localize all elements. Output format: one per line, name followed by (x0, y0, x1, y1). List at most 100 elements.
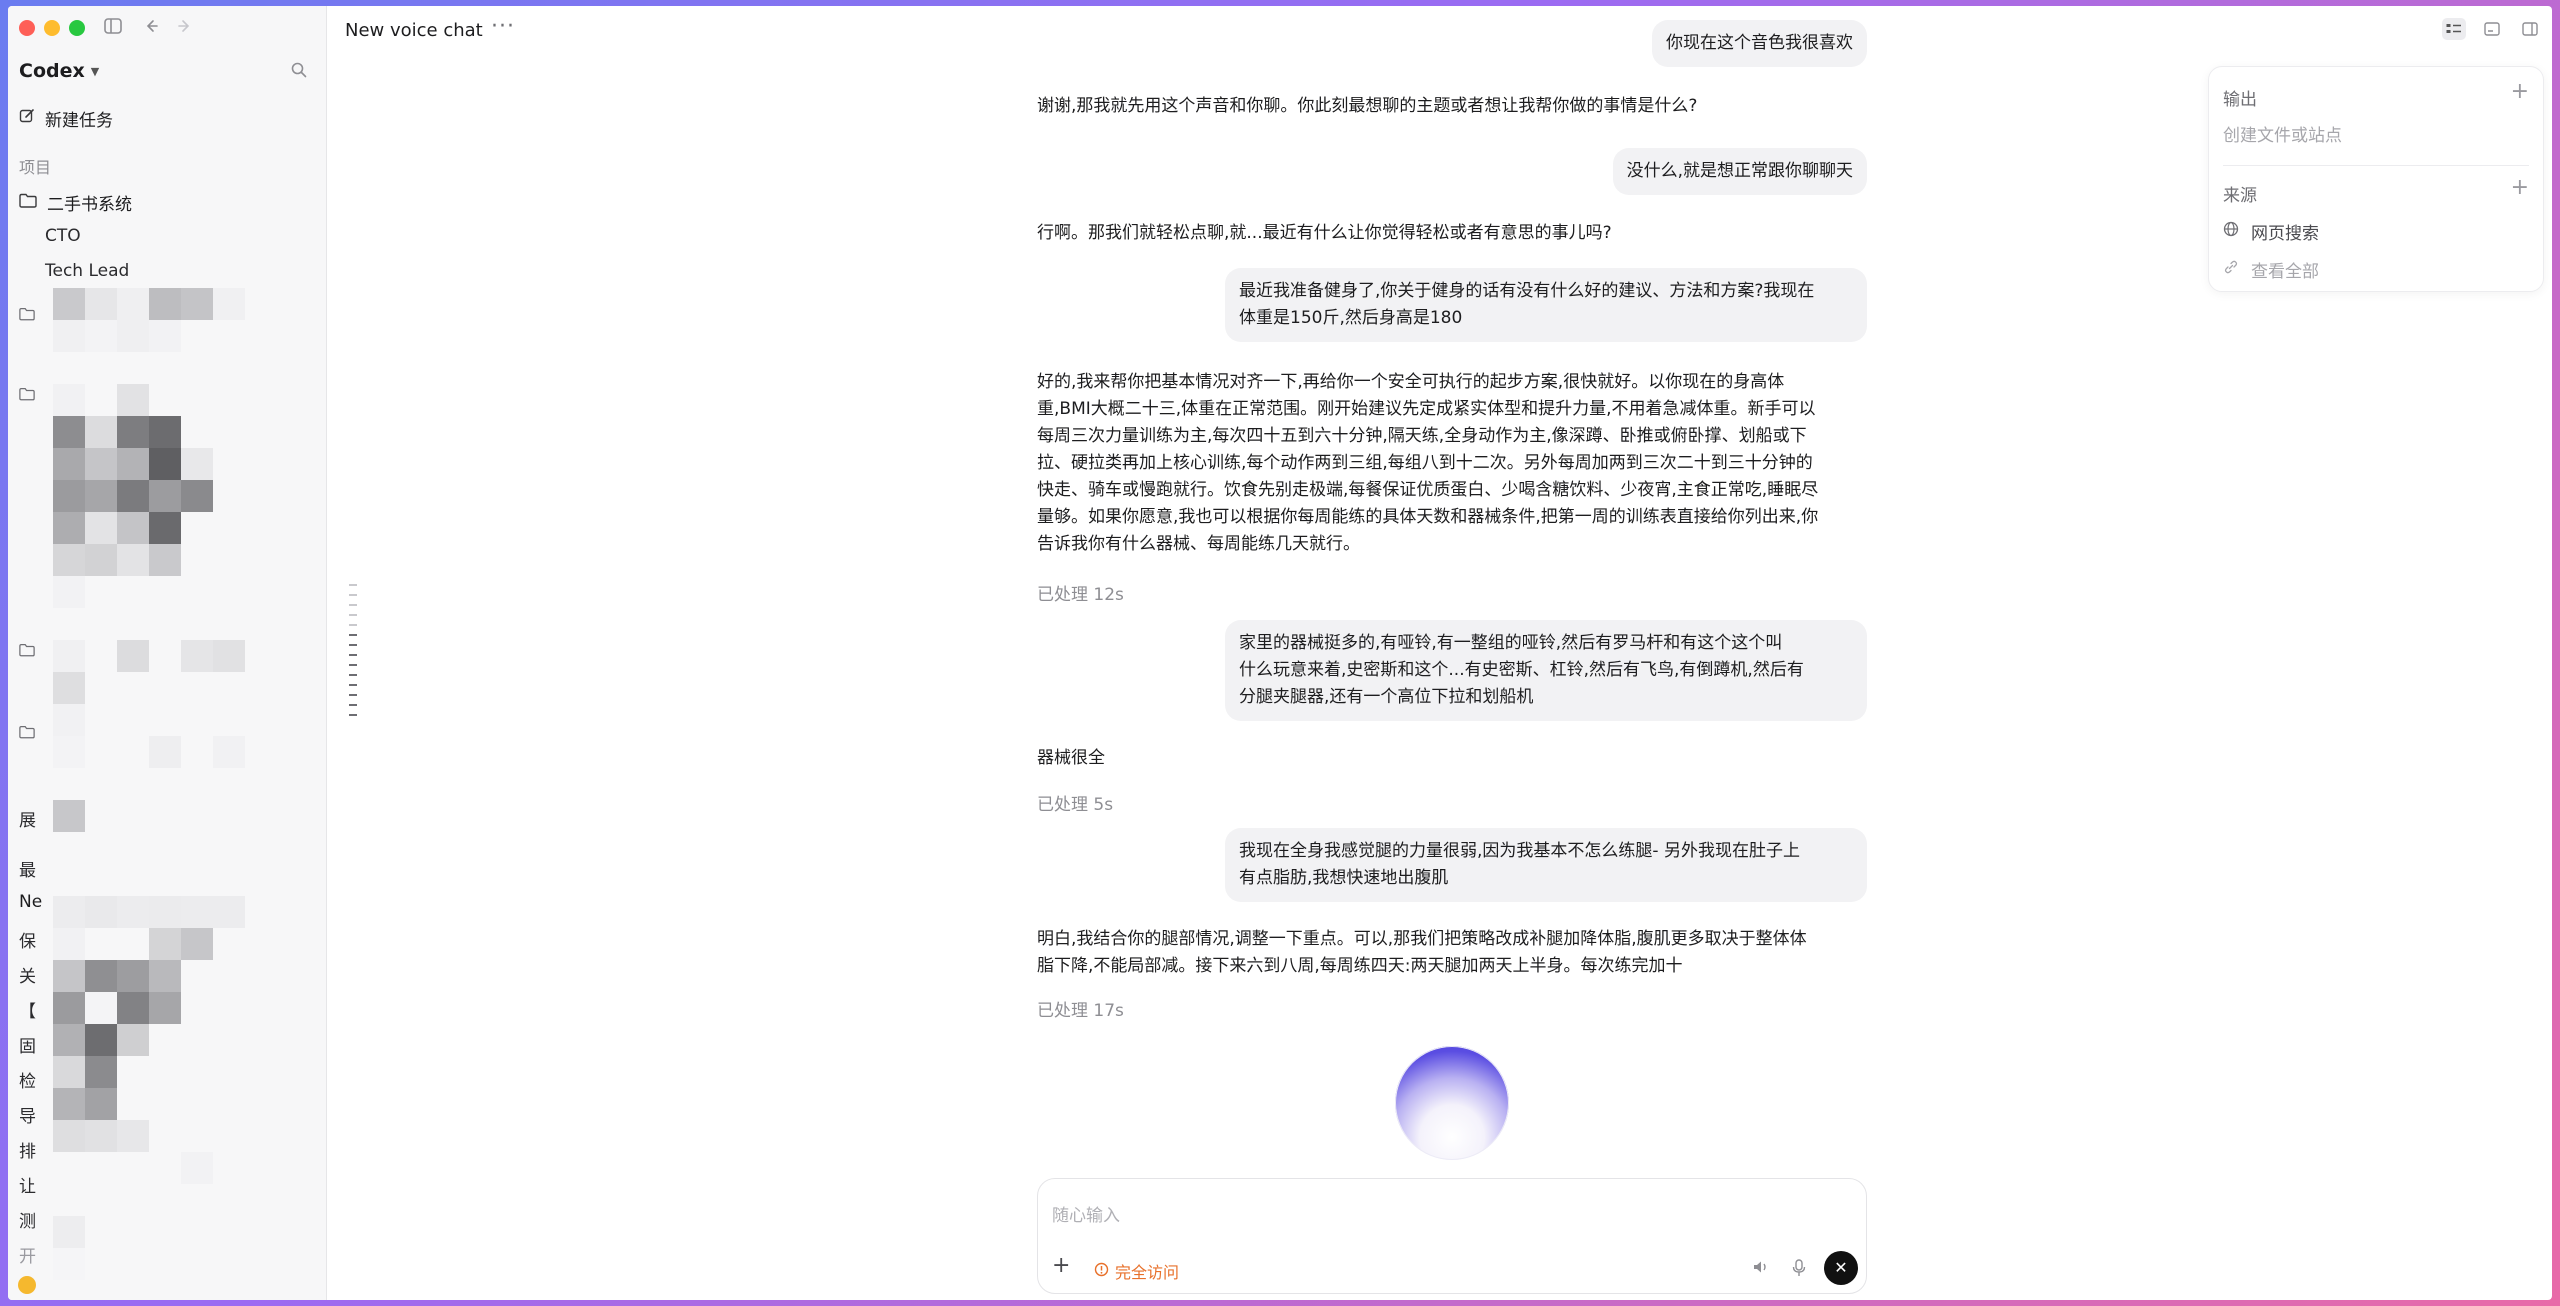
processed-status[interactable]: 已处理 17s (1037, 996, 1124, 1021)
assistant-message: 器械很全 (1037, 748, 1105, 768)
sidebar: Codex ▼ 新建任务 项目 二手书系统 CTO Tech Lead 展 最 … (8, 6, 327, 1300)
message-line: 分腿夹腿器,还有一个高位下拉和划船机 (1239, 687, 1534, 707)
new-task-button[interactable]: 新建任务 (19, 106, 113, 131)
message-line: 脂下降,不能局部减。接下来六到八周,每周练四天:两天腿加两天上半身。每次练完加十 (1037, 956, 1683, 976)
context-panel: 输出 + 创建文件或站点 来源 + 网页搜索 查看全部 (2208, 66, 2544, 292)
page-title: New voice chat (345, 20, 483, 41)
globe-icon (2223, 221, 2239, 242)
view-all-item[interactable]: 查看全部 (2223, 257, 2319, 282)
main-area: New voice chat ··· 你现在这个音色我很喜欢 谢谢,那我就先用这… (327, 6, 2552, 1300)
web-search-item[interactable]: 网页搜索 (2223, 219, 2319, 244)
assistant-message: 好的,我来帮你把基本情况对齐一下,再给你一个安全可执行的起步方案,很快就好。以你… (1037, 369, 1818, 558)
user-message: 你现在这个音色我很喜欢 (1652, 20, 1867, 67)
message-input[interactable]: 随心输入 (1052, 1201, 1120, 1226)
thread-item-cto[interactable]: CTO (45, 226, 81, 246)
processed-status[interactable]: 已处理 12s (1037, 580, 1124, 605)
message-line: 我现在全身我感觉腿的力量很弱,因为我基本不怎么练腿- 另外我现在肚子上 (1239, 841, 1800, 861)
user-message: 家里的器械挺多的,有哑铃,有一整组的哑铃,然后有罗马杆和有这个这个叫 什么玩意来… (1225, 620, 1867, 721)
add-output-button[interactable]: + (2511, 79, 2529, 104)
warning-icon (1094, 1262, 1109, 1281)
folder-icon (19, 308, 35, 321)
composer: 随心输入 + 完全访问 ✕ (1037, 1178, 1867, 1294)
forward-arrow-icon[interactable] (172, 16, 198, 42)
sources-section-label: 来源 (2223, 186, 2257, 206)
assistant-message: 明白,我结合你的腿部情况,调整一下重点。可以,那我们把策略改成补腿加降体脂,腹肌… (1037, 926, 1807, 980)
attach-button[interactable]: + (1052, 1253, 1070, 1278)
folder-icon (19, 726, 35, 739)
sidebar-item[interactable]: 排 (19, 1137, 36, 1162)
user-message: 最近我准备健身了,你关于健身的话有没有什么好的建议、方法和方案?我现在 体重是1… (1225, 268, 1867, 342)
sidebar-item[interactable]: 保 (19, 927, 36, 952)
panel-toggle-icon[interactable] (2442, 18, 2466, 40)
output-section-label: 输出 (2223, 90, 2257, 110)
processed-status[interactable]: 已处理 5s (1037, 790, 1113, 815)
project-name: 二手书系统 (47, 195, 132, 215)
workspace-name: Codex (19, 60, 85, 82)
message-line: 体重是150斤,然后身高是180 (1239, 308, 1463, 328)
assistant-message: 行啊。那我们就轻松点聊,就...最近有什么让你觉得轻松或者有意思的事儿吗? (1037, 223, 1612, 243)
workspace-switcher[interactable]: Codex ▼ (19, 60, 99, 82)
divider (2223, 165, 2529, 166)
sidebar-item[interactable]: 固 (19, 1032, 36, 1057)
sidebar-item[interactable]: 【 (19, 997, 36, 1022)
chevron-down-icon: ▼ (90, 64, 100, 78)
sidebar-item[interactable]: 让 (19, 1172, 36, 1197)
folder-icon (19, 193, 37, 213)
access-mode-button[interactable]: 完全访问 (1094, 1259, 1179, 1283)
app-window: Codex ▼ 新建任务 项目 二手书系统 CTO Tech Lead 展 最 … (8, 6, 2552, 1300)
folder-icon (19, 388, 35, 401)
message-line: 有点脂肪,我想快速地出腹肌 (1239, 868, 1449, 888)
link-icon (2223, 259, 2239, 280)
back-arrow-icon[interactable] (138, 16, 164, 42)
message-line: 什么玩意来着,史密斯和这个...有史密斯、杠铃,然后有飞鸟,有倒蹲机,然后有 (1239, 660, 1804, 680)
message-line: 每周三次力量训练为主,每次四十五到六十分钟,隔天练,全身动作为主,像深蹲、卧推或… (1037, 426, 1807, 446)
access-mode-label: 完全访问 (1115, 1263, 1180, 1282)
sidebar-item[interactable]: 检 (19, 1067, 36, 1092)
add-source-button[interactable]: + (2511, 175, 2529, 200)
folder-icon (19, 644, 35, 657)
message-line: 重,BMI大概二十三,体重在正常范围。刚开始建议先定成紧实体型和提升力量,不用着… (1037, 399, 1816, 419)
scroll-minimap[interactable] (349, 584, 357, 724)
minimize-window-button[interactable] (44, 20, 60, 36)
projects-section-label: 项目 (19, 158, 52, 177)
terminal-icon[interactable] (2480, 18, 2504, 40)
end-voice-button[interactable]: ✕ (1824, 1251, 1858, 1285)
voice-orb[interactable] (1395, 1046, 1509, 1160)
search-icon[interactable] (290, 61, 312, 83)
sidebar-item[interactable]: Ne (19, 892, 42, 912)
view-all-label: 查看全部 (2251, 262, 2319, 282)
assistant-message: 谢谢,那我就先用这个声音和你聊。你此刻最想聊的主题或者想让我帮你做的事情是什么? (1037, 96, 1698, 116)
conversation: 你现在这个音色我很喜欢 谢谢,那我就先用这个声音和你聊。你此刻最想聊的主题或者想… (1037, 6, 1867, 1300)
message-line: 快走、骑车或慢跑就行。饮食先别走极端,每餐保证优质蛋白、少喝含糖饮料、少夜宵,主… (1037, 480, 1819, 500)
message-line: 告诉我你有什么器械、每周能练几天就行。 (1037, 534, 1360, 554)
web-search-label: 网页搜索 (2251, 224, 2319, 244)
message-line: 明白,我结合你的腿部情况,调整一下重点。可以,那我们把策略改成补腿加降体脂,腹肌… (1037, 929, 1807, 949)
zoom-window-button[interactable] (69, 20, 85, 36)
toggle-sidebar-icon[interactable] (100, 16, 126, 42)
compose-icon (19, 108, 35, 129)
speaker-icon[interactable] (1752, 1259, 1770, 1279)
sidebar-item[interactable]: 导 (19, 1102, 36, 1127)
sidebar-section-label: 展 (19, 811, 36, 831)
thread-item-tech-lead[interactable]: Tech Lead (45, 261, 129, 281)
user-message: 没什么,就是想正常跟你聊聊天 (1612, 148, 1867, 195)
avatar[interactable] (18, 1276, 36, 1294)
microphone-icon[interactable] (1792, 1259, 1806, 1281)
new-task-label: 新建任务 (45, 111, 113, 131)
message-line: 家里的器械挺多的,有哑铃,有一整组的哑铃,然后有罗马杆和有这个这个叫 (1239, 633, 1783, 653)
message-line: 好的,我来帮你把基本情况对齐一下,再给你一个安全可执行的起步方案,很快就好。以你… (1037, 372, 1785, 392)
user-message: 我现在全身我感觉腿的力量很弱,因为我基本不怎么练腿- 另外我现在肚子上 有点脂肪… (1225, 828, 1867, 902)
message-line: 最近我准备健身了,你关于健身的话有没有什么好的建议、方法和方案?我现在 (1239, 281, 1815, 301)
window-controls (19, 20, 85, 36)
project-item[interactable]: 二手书系统 (19, 190, 132, 215)
sidebar-section-label: 最 (19, 861, 36, 881)
more-options-button[interactable]: ··· (491, 14, 515, 39)
close-window-button[interactable] (19, 20, 35, 36)
sidebar-item[interactable]: 关 (19, 962, 36, 987)
create-file-hint[interactable]: 创建文件或站点 (2223, 121, 2342, 146)
sidebar-item[interactable]: 开 (19, 1242, 36, 1267)
window-toolbar (2442, 18, 2542, 40)
message-line: 拉、硬拉类再加上核心训练,每个动作两到三组,每组八到十二次。另外每周加两到三次二… (1037, 453, 1813, 473)
sidebar-right-icon[interactable] (2518, 18, 2542, 40)
sidebar-item[interactable]: 测 (19, 1207, 36, 1232)
